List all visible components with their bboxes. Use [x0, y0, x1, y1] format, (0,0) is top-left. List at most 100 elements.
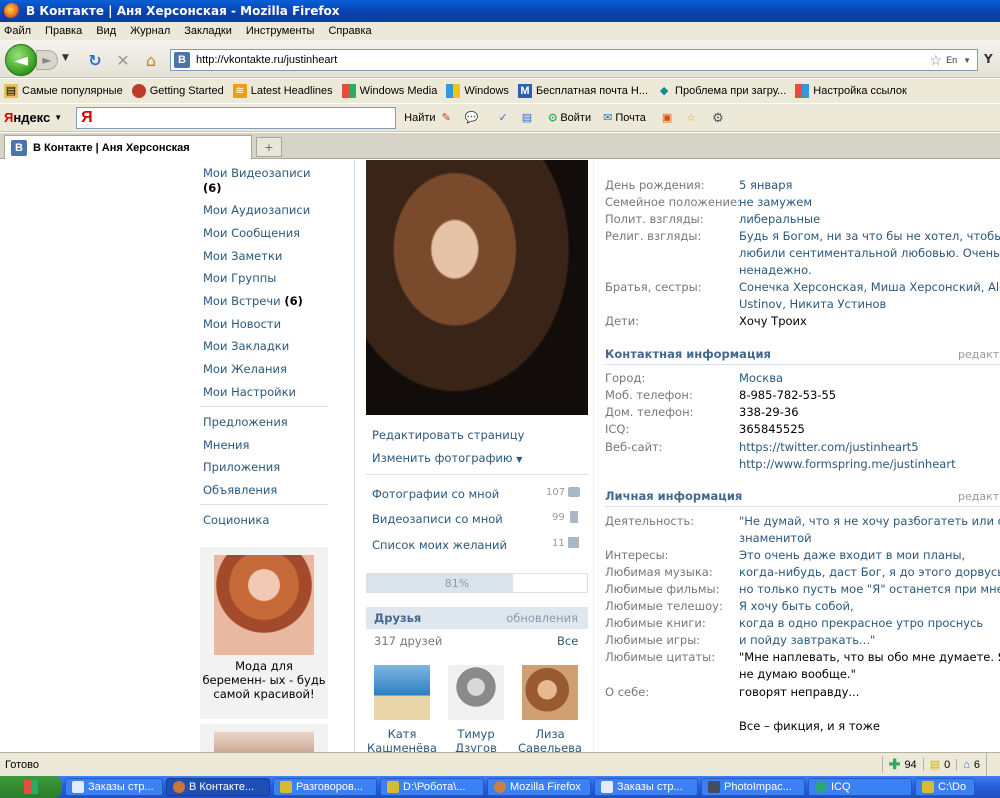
sidebar-item-apps[interactable]: Приложения — [203, 460, 280, 474]
taskbar-button[interactable]: Mozilla Firefox — [487, 778, 591, 796]
chat-bubble-icon[interactable]: 💬 — [465, 111, 479, 124]
friend-name[interactable]: Катя Кашменёва — [366, 727, 438, 752]
friend-name[interactable]: Лиза Савельева — [514, 727, 586, 752]
menu-edit[interactable]: Правка — [45, 25, 82, 37]
videos-with-me-link[interactable]: Видеозаписи со мной — [372, 512, 503, 526]
sidebar-item-opinions[interactable]: Мнения — [203, 438, 249, 452]
lang-indicator[interactable]: En — [946, 55, 957, 65]
website-link[interactable]: https://twitter.com/justinheart5 — [739, 440, 919, 454]
bookmark-load-problem[interactable]: ◆ Проблема при загру... — [657, 84, 786, 98]
reload-icon[interactable]: ↻ — [84, 49, 106, 71]
info-value[interactable]: и пойду завтракать..." — [739, 633, 875, 647]
info-value[interactable]: любили сентиментальной любовью. Очень уж — [739, 246, 1000, 260]
friends-all-link[interactable]: Все — [557, 634, 578, 648]
taskbar-button[interactable]: PhotoImpac... — [701, 778, 805, 796]
sidebar-ad[interactable]: Мода для беременн- ых - будь самой краси… — [200, 547, 328, 719]
friend-name[interactable]: Тимур Дзугов — [440, 727, 512, 752]
taskbar-button[interactable]: Заказы стр... — [594, 778, 698, 796]
history-dropdown-icon[interactable]: ▼ — [62, 53, 69, 63]
bookmark-link-settings[interactable]: Настройка ссылок — [795, 84, 907, 98]
friend-avatar[interactable] — [522, 665, 578, 720]
tab-vkontakte[interactable]: B В Контакте | Аня Херсонская — [4, 135, 252, 159]
sidebar-item-meetings[interactable]: Мои Встречи (6) — [203, 294, 303, 308]
yandex-find-button[interactable]: Найти — [404, 112, 435, 124]
sidebar-item-news[interactable]: Мои Новости — [203, 317, 281, 331]
website-link[interactable]: http://www.formspring.me/justinheart — [739, 457, 956, 471]
back-button[interactable]: ◄ — [5, 44, 37, 76]
taskbar-button[interactable]: Разговоров... — [273, 778, 377, 796]
friends-updates-link[interactable]: обновления — [506, 611, 578, 625]
addon-counter-1[interactable]: ✚ 94 — [881, 756, 923, 773]
url-bar[interactable]: B http://vkontakte.ru/justinheart ☆ En ▼ — [170, 49, 978, 71]
sidebar-item-bookmarks[interactable]: Мои Закладки — [203, 339, 289, 353]
ad-image[interactable] — [214, 555, 314, 655]
bookmark-star-icon[interactable]: ☆ — [930, 52, 943, 69]
info-value[interactable]: Москва — [739, 371, 783, 385]
ad-image-2[interactable] — [214, 732, 314, 752]
briefcase-icon[interactable]: ▣ — [662, 111, 672, 124]
info-value[interactable]: либеральные — [739, 212, 820, 226]
edit-personal-link[interactable]: редакт — [958, 490, 999, 503]
profile-photo[interactable] — [366, 160, 588, 415]
sidebar-item-notes[interactable]: Мои Заметки — [203, 249, 282, 263]
info-value[interactable]: "Не думай, что я не хочу разбогатеть или… — [739, 514, 1000, 528]
info-value[interactable]: Сонечка Херсонская, Миша Херсонский, Ale… — [739, 280, 1000, 294]
sidebar-ad-2[interactable] — [200, 724, 328, 752]
photos-with-me-link[interactable]: Фотографии со мной — [372, 487, 499, 501]
ad-text[interactable]: Мода для беременн- ых - будь самой краси… — [202, 659, 326, 701]
sidebar-item-wishes[interactable]: Мои Желания — [203, 362, 287, 376]
info-value[interactable]: но только пусть мое "Я" останется при мн… — [739, 582, 1000, 596]
taskbar-button[interactable]: C:\Do — [915, 778, 975, 796]
menu-help[interactable]: Справка — [328, 25, 371, 37]
forward-button[interactable]: ► — [36, 50, 58, 70]
info-value[interactable]: Это очень даже входит в мои планы, — [739, 548, 965, 562]
bookmark-windows[interactable]: Windows — [446, 84, 509, 98]
menu-bookmarks[interactable]: Закладки — [184, 25, 232, 37]
friends-title[interactable]: Друзья — [374, 611, 421, 625]
new-tab-button[interactable]: + — [256, 137, 282, 157]
change-photo-link[interactable]: Изменить фотографию ▼ — [372, 451, 522, 465]
taskbar-button-active[interactable]: В Контакте... — [166, 778, 270, 796]
info-value[interactable]: когда в одно прекрасное утро проснусь — [739, 616, 983, 630]
sidebar-item-videos[interactable]: Мои Видеозаписи — [203, 166, 310, 180]
spellcheck-icon[interactable]: ✓ — [498, 111, 507, 124]
yandex-search-input[interactable]: Я — [76, 106, 397, 129]
bookmark-free-mail[interactable]: M Бесплатная почта Н... — [517, 84, 648, 98]
yandex-logo[interactable]: Яндекс — [4, 110, 50, 125]
info-value[interactable]: знаменитой — [739, 531, 812, 545]
bookmark-most-visited[interactable]: ▤ Самые популярные — [4, 84, 123, 98]
taskbar-button[interactable]: D:\Робота\... — [380, 778, 484, 796]
edit-contact-link[interactable]: редакт — [958, 348, 999, 361]
stop-icon[interactable]: ✕ — [112, 49, 134, 71]
search-engine-icon[interactable]: Y — [984, 52, 993, 66]
sidebar-item-audio[interactable]: Мои Аудиозаписи — [203, 203, 310, 217]
pencil-icon[interactable]: ✎ — [442, 111, 451, 124]
sidebar-item-messages[interactable]: Мои Сообщения — [203, 226, 300, 240]
sidebar-item-ads[interactable]: Объявления — [203, 483, 277, 497]
addon-counter-2[interactable]: ▤ 0 — [922, 758, 957, 771]
resize-grip[interactable] — [986, 752, 1000, 777]
info-value[interactable]: Ustinov, Никита Устинов — [739, 297, 886, 311]
info-value[interactable]: Будь я Богом, ни за что бы не хотел, что… — [739, 229, 1000, 243]
bookmark-getting-started[interactable]: Getting Started — [131, 84, 224, 98]
friend-avatar[interactable] — [374, 665, 430, 720]
info-value[interactable]: Я хочу быть собой, — [739, 599, 854, 613]
taskbar-button[interactable]: Заказы стр... — [65, 778, 163, 796]
sidebar-item-settings[interactable]: Мои Настройки — [203, 385, 296, 399]
url-dropdown-icon[interactable]: ▼ — [963, 56, 971, 65]
menu-file[interactable]: Файл — [4, 25, 31, 37]
info-value[interactable]: когда-нибудь, даст Бог, я до этого дорву… — [739, 565, 1000, 579]
addon-counter-3[interactable]: ⌂ 6 — [956, 758, 986, 771]
translate-icon[interactable]: ▤ — [522, 111, 532, 124]
start-button[interactable] — [0, 776, 62, 798]
sidebar-item-groups[interactable]: Мои Группы — [203, 271, 276, 285]
yandex-dropdown-icon[interactable]: ▼ — [54, 113, 62, 122]
bookmark-latest-headlines[interactable]: ≋ Latest Headlines — [232, 84, 333, 98]
friend-avatar[interactable] — [448, 665, 504, 720]
favorites-star-icon[interactable]: ☆ — [686, 111, 696, 124]
sidebar-item-socionics[interactable]: Соционика — [203, 513, 269, 527]
bookmark-windows-media[interactable]: Windows Media — [341, 84, 437, 98]
yandex-mail-button[interactable]: Почта — [615, 112, 646, 124]
menu-view[interactable]: Вид — [96, 25, 116, 37]
info-value[interactable]: ненадежно. — [739, 263, 812, 277]
